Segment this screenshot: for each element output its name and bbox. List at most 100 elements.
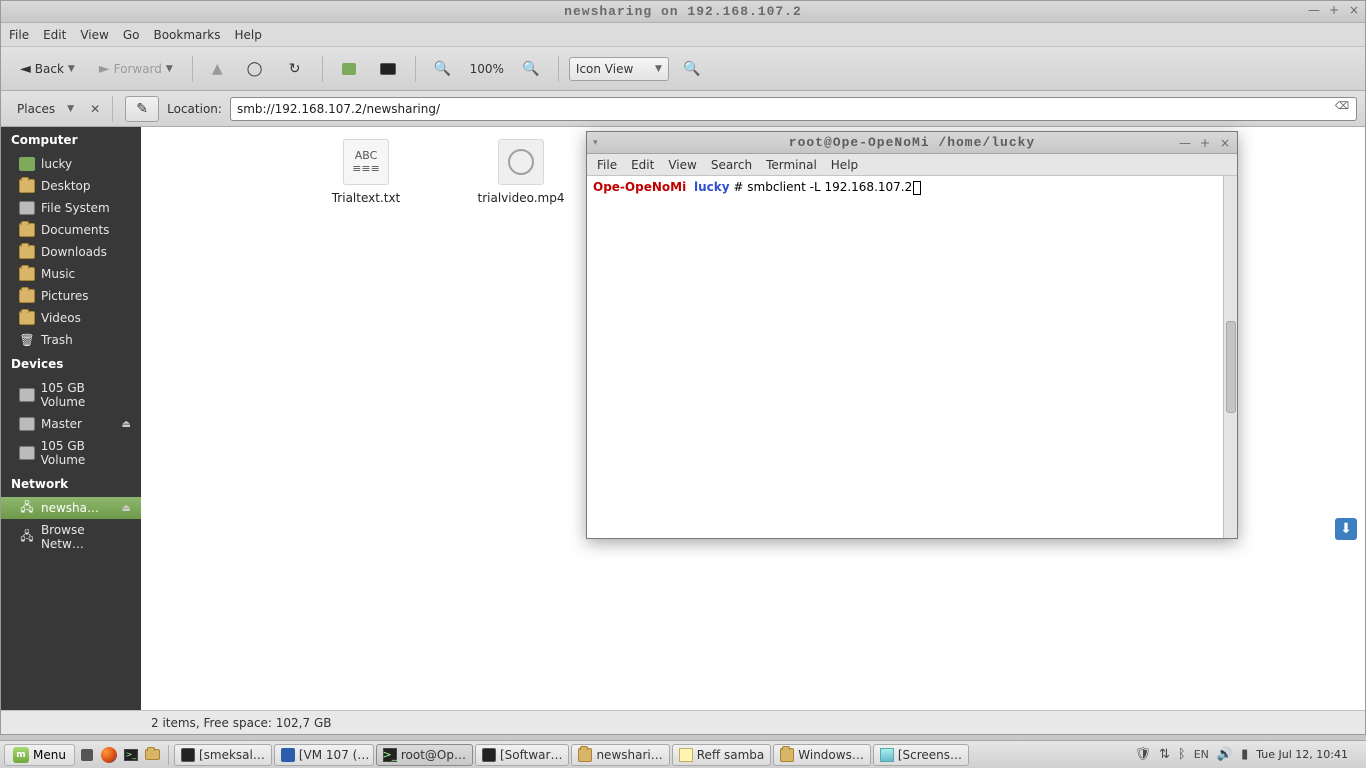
close-sidebar-icon[interactable]: ✕ <box>90 102 100 116</box>
minimize-icon[interactable]: — <box>1307 3 1321 17</box>
task-smeksal[interactable]: [smeksal… <box>174 744 272 766</box>
reload-button[interactable]: ↻ <box>278 56 312 82</box>
sidebar-item-music[interactable]: Music <box>1 263 141 285</box>
sidebar-item-documents[interactable]: Documents <box>1 219 141 241</box>
location-input-wrapper[interactable]: ⌫ <box>230 97 1357 121</box>
menu-view[interactable]: View <box>80 28 108 42</box>
network-icon[interactable]: ⇅ <box>1159 747 1170 762</box>
sidebar-item-volume[interactable]: 105 GB Volume <box>1 435 141 471</box>
maximize-icon[interactable]: + <box>1327 3 1341 17</box>
places-sidebar[interactable]: Computer lucky Desktop File System Docum… <box>1 127 141 710</box>
terminal-launcher[interactable]: >_ <box>121 745 141 765</box>
term-menu-file[interactable]: File <box>597 158 617 172</box>
sidebar-item-videos[interactable]: Videos <box>1 307 141 329</box>
back-history-dropdown-icon[interactable]: ▼ <box>68 64 75 74</box>
term-title: root@Ope-OpeNoMi /home/lucky <box>789 135 1035 150</box>
trash-icon: 🗑 <box>19 333 35 347</box>
drive-icon <box>19 446 35 460</box>
system-tray: 🛡 ⇅ ᛒ EN 🔊 ▮ Tue Jul 12, 10:41 <box>1134 747 1362 762</box>
terminal-body[interactable]: Ope-OpeNoMi lucky # smbclient -L 192.168… <box>587 176 1237 538</box>
file-label: Trialtext.txt <box>316 191 416 205</box>
fm-title: newsharing on 192.168.107.2 <box>564 4 802 19</box>
text-file-icon: ABC≡≡≡ <box>343 139 389 185</box>
toolbar-separator <box>558 56 559 82</box>
chevron-down-icon: ▼ <box>67 104 74 114</box>
files-launcher[interactable] <box>143 745 163 765</box>
clock[interactable]: Tue Jul 12, 10:41 <box>1256 748 1348 761</box>
term-menu-search[interactable]: Search <box>711 158 752 172</box>
task-windows[interactable]: Windows… <box>773 744 871 766</box>
forward-arrow-icon: ► <box>99 61 110 77</box>
forward-label: Forward <box>114 62 162 76</box>
toolbar-separator <box>415 56 416 82</box>
task-software[interactable]: [Softwar… <box>475 744 569 766</box>
eject-icon[interactable]: ⏏ <box>122 419 131 430</box>
volume-icon[interactable]: 🔊 <box>1217 747 1233 762</box>
prompt-cwd: lucky <box>694 180 730 194</box>
menu-file[interactable]: File <box>9 28 29 42</box>
home-button[interactable] <box>333 58 365 80</box>
back-button[interactable]: ◄ Back ▼ <box>11 56 84 82</box>
sidebar-item-filesystem[interactable]: File System <box>1 197 141 219</box>
term-menu-edit[interactable]: Edit <box>631 158 654 172</box>
menu-bookmarks[interactable]: Bookmarks <box>153 28 220 42</box>
up-button[interactable]: ▲ <box>203 56 232 82</box>
show-desktop-button[interactable] <box>77 745 97 765</box>
terminal-window[interactable]: ▾ root@Ope-OpeNoMi /home/lucky — + × Fil… <box>586 131 1238 539</box>
sidebar-item-volume[interactable]: 105 GB Volume <box>1 377 141 413</box>
firefox-launcher[interactable] <box>99 745 119 765</box>
sidebar-item-pictures[interactable]: Pictures <box>1 285 141 307</box>
battery-icon[interactable]: ▮ <box>1241 747 1248 762</box>
menu-help[interactable]: Help <box>235 28 262 42</box>
drive-icon <box>19 388 35 402</box>
search-button[interactable]: 🔍 <box>675 56 709 82</box>
update-manager-icon[interactable]: 🛡 <box>1134 747 1151 762</box>
window-menu-icon[interactable]: ▾ <box>593 138 598 148</box>
bluetooth-icon[interactable]: ᛒ <box>1178 747 1186 762</box>
file-item-trialtext[interactable]: ABC≡≡≡ Trialtext.txt <box>316 139 416 205</box>
close-icon[interactable]: × <box>1347 3 1361 17</box>
view-mode-dropdown[interactable]: Icon View ▼ <box>569 57 669 81</box>
sidebar-item-trash[interactable]: 🗑Trash <box>1 329 141 351</box>
maximize-icon[interactable]: + <box>1199 136 1211 150</box>
stop-button[interactable]: ◯ <box>238 56 272 82</box>
sidebar-item-desktop[interactable]: Desktop <box>1 175 141 197</box>
task-newsharing[interactable]: newshari… <box>571 744 669 766</box>
folder-icon <box>19 267 35 281</box>
term-menu-terminal[interactable]: Terminal <box>766 158 817 172</box>
computer-button[interactable] <box>371 58 405 80</box>
terminal-scrollbar[interactable] <box>1223 176 1237 538</box>
sidebar-item-master[interactable]: Master⏏ <box>1 413 141 435</box>
pencil-icon: ✎ <box>134 101 150 117</box>
term-menu-help[interactable]: Help <box>831 158 858 172</box>
sidebar-item-downloads[interactable]: Downloads <box>1 241 141 263</box>
file-item-trialvideo[interactable]: trialvideo.mp4 <box>471 139 571 205</box>
eject-icon[interactable]: ⏏ <box>122 503 131 514</box>
download-indicator-icon[interactable]: ⬇ <box>1335 518 1357 540</box>
task-reff-samba[interactable]: Reff samba <box>672 744 772 766</box>
zoom-out-button[interactable]: 🔍 <box>426 56 460 82</box>
task-vm107[interactable]: [VM 107 (… <box>274 744 374 766</box>
fm-titlebar[interactable]: newsharing on 192.168.107.2 — + × <box>1 1 1365 23</box>
minimize-icon[interactable]: — <box>1179 136 1191 150</box>
keyboard-layout-indicator[interactable]: EN <box>1194 748 1209 761</box>
sidebar-item-browse-network[interactable]: 🖧Browse Netw… <box>1 519 141 555</box>
places-selector[interactable]: Places ▼ <box>9 98 82 120</box>
note-icon <box>679 748 693 762</box>
task-terminal[interactable]: >_root@Op… <box>376 744 473 766</box>
sidebar-item-home[interactable]: lucky <box>1 153 141 175</box>
term-titlebar[interactable]: ▾ root@Ope-OpeNoMi /home/lucky — + × <box>587 132 1237 154</box>
edit-location-button[interactable]: ✎ <box>125 96 159 122</box>
location-input[interactable] <box>237 102 1334 116</box>
fm-toolbar: ◄ Back ▼ ► Forward ▼ ▲ ◯ ↻ 🔍 100% 🔍 Icon… <box>1 47 1365 91</box>
start-menu-button[interactable]: m Menu <box>4 744 75 766</box>
task-label: newshari… <box>596 748 662 762</box>
close-icon[interactable]: × <box>1219 136 1231 150</box>
zoom-in-button[interactable]: 🔍 <box>514 56 548 82</box>
clear-location-icon[interactable]: ⌫ <box>1334 101 1350 117</box>
term-menu-view[interactable]: View <box>668 158 696 172</box>
sidebar-item-newsharing[interactable]: 🖧newsha…⏏ <box>1 497 141 519</box>
menu-go[interactable]: Go <box>123 28 140 42</box>
task-screenshot[interactable]: [Screens… <box>873 744 969 766</box>
menu-edit[interactable]: Edit <box>43 28 66 42</box>
